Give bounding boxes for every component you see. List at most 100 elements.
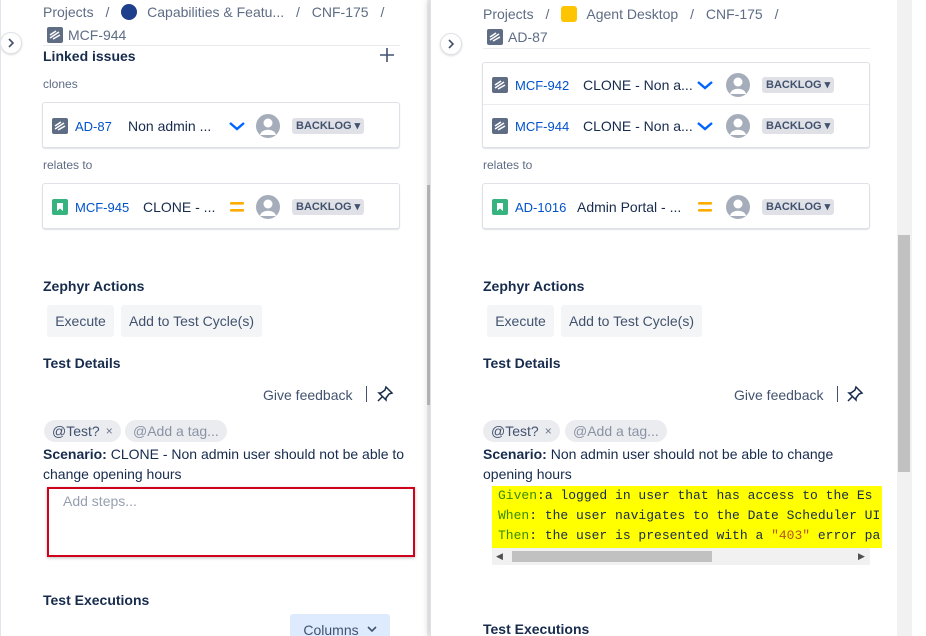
test-executions-title: Test Executions [483,621,590,636]
status-badge[interactable]: BACKLOG ▾ [292,199,365,215]
gherkin-keyword: Given [498,488,538,503]
divider [43,45,400,46]
assignee-avatar[interactable] [256,114,280,138]
linked-issue-card: AD-87 Non admin ... BACKLOG ▾ [42,102,400,148]
linked-issue-row[interactable]: AD-87 Non admin ... BACKLOG ▾ [43,106,399,146]
breadcrumb-projects[interactable]: Projects [483,6,534,22]
priority-low-icon [697,81,713,90]
pin-icon[interactable] [846,385,864,403]
status-badge[interactable]: BACKLOG ▾ [762,77,835,93]
assignee-avatar[interactable] [256,195,280,219]
linked-issue-row[interactable]: MCF-944 CLONE - Non a... BACKLOG ▾ [483,106,869,146]
add-to-test-cycle-button[interactable]: Add to Test Cycle(s) [121,305,262,337]
remove-tag-icon[interactable]: × [106,424,113,438]
gherkin-line: Then: the user is presented with a "403"… [498,526,882,546]
assignee-avatar[interactable] [726,114,750,138]
tag-chip[interactable]: @ Test? × [44,420,121,442]
add-link-icon[interactable] [380,48,394,62]
issue-summary: CLONE - Non a... [583,118,693,134]
steps-editor[interactable]: Add steps... [47,487,415,557]
divider [483,48,870,49]
give-feedback-link[interactable]: Give feedback [734,387,824,403]
clones-label: clones [43,77,78,91]
issue-summary: CLONE - Non a... [583,77,693,93]
scrollbar-thumb[interactable] [512,551,712,562]
breadcrumb-projects[interactable]: Projects [43,4,94,20]
remove-tag-icon[interactable]: × [545,424,552,438]
breadcrumb-issue-key: AD-87 [508,29,548,45]
scroll-right-arrow-icon[interactable]: ▶ [858,551,865,562]
scenario-text-block: Scenario: CLONE - Non admin user should … [43,444,413,484]
assignee-avatar[interactable] [726,73,750,97]
issue-key-link[interactable]: MCF-942 [515,78,569,93]
execute-button[interactable]: Execute [487,305,554,337]
status-badge-label: BACKLOG [766,79,822,91]
chevron-right-icon [8,38,15,48]
user-icon [730,118,746,135]
linked-issue-card: AD-1016 Admin Portal - ... BACKLOG ▾ [482,183,870,229]
add-tag-placeholder: Add a tag... [147,423,219,439]
scroll-left-arrow-icon[interactable]: ◀ [496,551,503,562]
status-badge[interactable]: BACKLOG ▾ [762,118,835,134]
story-issue-type-icon [52,199,68,215]
add-tag-input[interactable]: @ Add a tag... [125,420,227,442]
breadcrumb-parent[interactable]: CNF-175 [706,6,763,22]
collapse-sidebar-button[interactable] [1,32,22,54]
issue-summary: Admin Portal - ... [577,199,682,215]
breadcrumb-project[interactable]: Agent Desktop [586,6,678,22]
linked-issue-row[interactable]: MCF-945 CLONE - ... BACKLOG ▾ [43,187,399,227]
linked-issue-card: MCF-945 CLONE - ... BACKLOG ▾ [42,183,400,229]
right-issue-panel: Projects / Agent Desktop / CNF-175 / AD-… [430,0,926,636]
breadcrumb-project[interactable]: Capabilities & Featu... [147,4,284,20]
gherkin-text: : the user is presented with a [529,528,772,543]
status-badge[interactable]: BACKLOG ▾ [292,118,365,134]
linked-issue-row[interactable]: MCF-942 CLONE - Non a... BACKLOG ▾ [483,65,869,105]
vertical-scrollbar[interactable] [897,0,912,636]
test-issue-type-icon [487,29,503,45]
linked-issue-row[interactable]: AD-1016 Admin Portal - ... BACKLOG ▾ [483,187,869,227]
scrollbar-thumb[interactable] [898,235,910,472]
issue-key-link[interactable]: AD-87 [75,119,112,134]
issue-key-link[interactable]: MCF-944 [515,119,569,134]
status-badge-label: BACKLOG [296,120,352,132]
columns-button[interactable]: Columns [290,614,390,636]
chevron-down-icon: ▾ [824,201,831,213]
status-badge-label: BACKLOG [766,120,822,132]
issue-key-link[interactable]: MCF-945 [75,200,129,215]
pin-icon[interactable] [376,385,394,403]
scenario-text-block: Scenario: Non admin user should not be a… [483,444,863,484]
scenario-label: Scenario: [483,446,547,462]
columns-label: Columns [303,622,359,636]
gherkin-string: "403" [771,528,811,543]
gherkin-code-block[interactable]: Given:a logged in user that has access t… [492,486,882,548]
user-icon [730,77,746,94]
relates-label: relates to [483,158,533,172]
status-badge[interactable]: BACKLOG ▾ [762,199,835,215]
breadcrumb-issue[interactable]: MCF-944 [47,27,126,43]
priority-low-icon [697,122,713,131]
status-badge-label: BACKLOG [296,201,352,213]
tag-chip[interactable]: @ Test? × [483,420,560,442]
divider [837,386,838,402]
collapse-sidebar-button[interactable] [440,33,462,55]
user-icon [730,199,746,216]
add-tag-input[interactable]: @ Add a tag... [565,420,667,442]
add-to-test-cycle-button[interactable]: Add to Test Cycle(s) [561,305,702,337]
story-issue-type-icon [492,199,508,215]
give-feedback-link[interactable]: Give feedback [263,387,353,403]
horizontal-scrollbar[interactable]: ◀ ▶ [492,548,870,565]
at-icon: @ [133,423,148,439]
issue-key-link[interactable]: AD-1016 [515,200,566,215]
at-icon: @ [52,423,67,439]
left-issue-panel: Projects / Capabilities & Featu... / CNF… [0,0,430,636]
breadcrumb-issue[interactable]: AD-87 [487,29,548,45]
priority-medium-icon [230,202,244,212]
assignee-avatar[interactable] [726,195,750,219]
breadcrumb-separator: / [380,4,385,20]
linked-issues-title: Linked issues [43,48,136,64]
chevron-down-icon: ▾ [354,201,361,213]
execute-button[interactable]: Execute [47,305,114,337]
zephyr-actions-title: Zephyr Actions [483,278,585,294]
at-icon: @ [573,423,588,439]
breadcrumb-parent[interactable]: CNF-175 [312,4,369,20]
